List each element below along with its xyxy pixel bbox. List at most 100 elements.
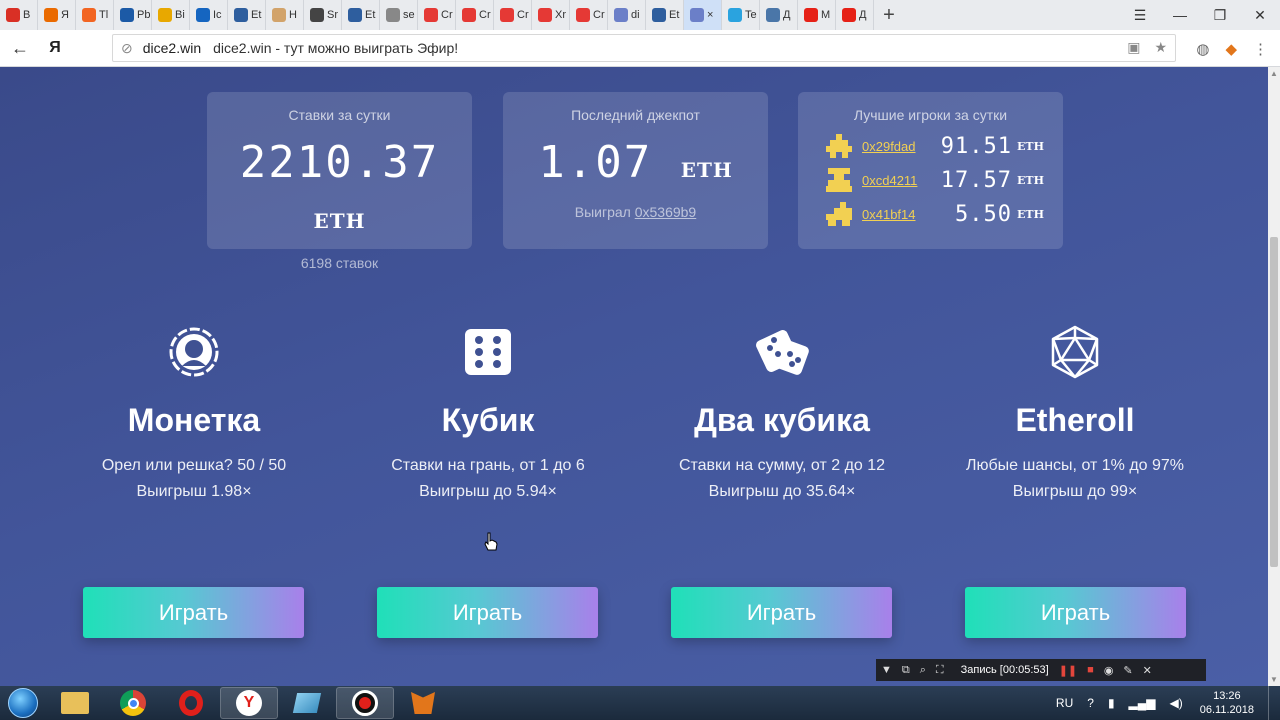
game-payout: Выигрыш до 35.64× [708, 483, 856, 500]
play-die-button[interactable]: Играть [377, 587, 598, 638]
restore-icon[interactable]: ❐ [1200, 7, 1240, 24]
opera-icon[interactable] [162, 687, 220, 719]
browser-tab[interactable]: Xr [532, 0, 570, 30]
more-menu-icon[interactable]: ⋮ [1253, 40, 1268, 58]
extensions: ◍ ◆ ⋮ [1196, 30, 1280, 67]
globe-icon[interactable]: ◍ [1196, 40, 1209, 58]
browser-tab[interactable]: Bi [152, 0, 190, 30]
browser-tab[interactable]: Д [760, 0, 798, 30]
tab-label: Cr [517, 9, 529, 21]
scroll-up-icon[interactable]: ▲ [1270, 69, 1278, 78]
tab-label: Pb A [137, 9, 151, 21]
language-indicator[interactable]: RU [1056, 696, 1073, 710]
camera-icon[interactable]: ◉ [1104, 664, 1114, 677]
player-address-link[interactable]: 0xcd4211 [862, 173, 932, 188]
url-page-title: dice2.win - тут можно выиграть Эфир! [213, 40, 459, 56]
yandex-logo-icon[interactable]: Я [40, 39, 70, 57]
jackpot-winner-line: Выиграл 0x5369b9 [503, 204, 768, 220]
show-desktop-button[interactable] [1268, 686, 1280, 720]
browser-tab[interactable]: Cr [456, 0, 494, 30]
recorder-app-icon[interactable] [336, 687, 394, 719]
metamask-app-icon[interactable] [394, 687, 452, 719]
clock[interactable]: 13:26 06.11.2018 [1200, 689, 1254, 717]
browser-tab[interactable]: Д [836, 0, 874, 30]
url-field[interactable]: ⊘ dice2.win dice2.win - тут можно выигра… [112, 34, 1176, 62]
player-address-link[interactable]: 0x29fdad [862, 139, 932, 154]
jackpot-value: 1.07 [538, 137, 653, 188]
jackpot-winner-link[interactable]: 0x5369b9 [635, 204, 697, 220]
close-icon[interactable]: ✕ [1240, 7, 1280, 24]
browser-tab[interactable]: Et [646, 0, 684, 30]
pause-icon[interactable]: ❚❚ [1059, 664, 1077, 677]
hand-cursor-icon [484, 532, 498, 551]
windows-orb-icon [8, 688, 38, 718]
stop-icon[interactable]: ■ [1087, 664, 1094, 676]
game-description: Орел или решка? 50 / 50 Выигрыш 1.98× [44, 453, 344, 505]
player-win-value: 5.50 [955, 201, 1012, 227]
back-icon[interactable]: ← [0, 38, 40, 59]
browser-tab[interactable]: В [0, 0, 38, 30]
menu-icon[interactable]: ☰ [1120, 7, 1160, 24]
tab-favicon-icon [576, 8, 590, 22]
browser-tab[interactable]: Et [342, 0, 380, 30]
player-avatar-icon [826, 168, 852, 192]
play-coin-button[interactable]: Играть [83, 587, 304, 638]
battery-icon[interactable]: ▮ [1108, 696, 1115, 710]
game-desc-line: Ставки на грань, от 1 до 6 [391, 457, 585, 474]
browser-tab[interactable]: Я [38, 0, 76, 30]
browser-tab[interactable]: Cr [418, 0, 456, 30]
browser-tab[interactable]: M [798, 0, 836, 30]
minimize-icon[interactable]: — [1160, 7, 1200, 23]
bets-label: Ставки за сутки [288, 107, 391, 123]
browser-tab[interactable]: se [380, 0, 418, 30]
chrome-icon[interactable] [104, 687, 162, 719]
pen-icon[interactable]: ✎ [1123, 664, 1132, 677]
browser-tab[interactable]: × [684, 0, 722, 30]
page-info-icon[interactable]: ⊘ [121, 40, 133, 57]
page-scrollbar[interactable]: ▲ ▼ [1268, 67, 1280, 686]
reader-mode-icon[interactable]: ▣ [1127, 39, 1140, 56]
close-icon[interactable]: ✕ [1143, 664, 1152, 677]
volume-icon[interactable]: ◀) [1170, 696, 1183, 710]
game-desc-line: Ставки на сумму, от 2 до 12 [678, 457, 886, 474]
screen-recorder-bar: ▼ ⧉ ⌕ ⛶ Запись [00:05:53] ❚❚ ■ ◉ ✎ ✕ [876, 659, 1206, 681]
yandex-browser-icon[interactable]: Y [220, 687, 278, 719]
collapse-icon[interactable]: ▼ [881, 664, 892, 676]
network-signal-icon[interactable]: ▂▄▆ [1129, 696, 1156, 710]
app-icon[interactable] [278, 687, 336, 719]
zoom-icon[interactable]: ⌕ [920, 664, 926, 677]
browser-tab[interactable]: Et [228, 0, 266, 30]
windows-taskbar: Y RU ? ▮ ▂▄▆ ◀) 13:26 06.11.2018 [0, 686, 1280, 720]
tab-label: M [821, 9, 831, 21]
tab-favicon-icon [766, 8, 780, 22]
browser-tab[interactable]: Sr [304, 0, 342, 30]
tab-label: Xr [555, 9, 566, 21]
window-icon[interactable]: ⧉ [902, 664, 910, 677]
new-tab-button[interactable]: + [874, 4, 904, 27]
game-etheroll: Etheroll Любые шансы, от 1% до 97% Выигр… [925, 322, 1225, 505]
browser-tab[interactable]: Ic [190, 0, 228, 30]
browser-tab[interactable]: Tl [76, 0, 114, 30]
tab-favicon-icon [842, 8, 856, 22]
jackpot-label: Последний джекпот [571, 107, 700, 123]
bookmark-star-icon[interactable]: ★ [1154, 39, 1167, 56]
explorer-icon[interactable] [46, 687, 104, 719]
browser-tab[interactable]: Cr [494, 0, 532, 30]
browser-tab[interactable]: Te [722, 0, 760, 30]
start-button[interactable] [0, 686, 46, 720]
clock-date: 06.11.2018 [1199, 704, 1254, 716]
tab-favicon-icon [614, 8, 628, 22]
browser-tab[interactable]: Cr [570, 0, 608, 30]
help-icon[interactable]: ? [1087, 696, 1094, 710]
browser-tab[interactable]: Pb A [114, 0, 152, 30]
browser-tab[interactable]: H [266, 0, 304, 30]
player-address-link[interactable]: 0x41bf14 [862, 207, 932, 222]
scrollbar-thumb[interactable] [1270, 237, 1278, 567]
scroll-down-icon[interactable]: ▼ [1270, 675, 1278, 684]
top-players-card: Лучшие игроки за сутки 0x29fdad 91.51 ET… [798, 92, 1063, 249]
metamask-fox-icon[interactable]: ◆ [1225, 40, 1237, 58]
region-icon[interactable]: ⛶ [936, 664, 944, 677]
play-etheroll-button[interactable]: Играть [965, 587, 1186, 638]
browser-tab[interactable]: di [608, 0, 646, 30]
play-two-dice-button[interactable]: Играть [671, 587, 892, 638]
